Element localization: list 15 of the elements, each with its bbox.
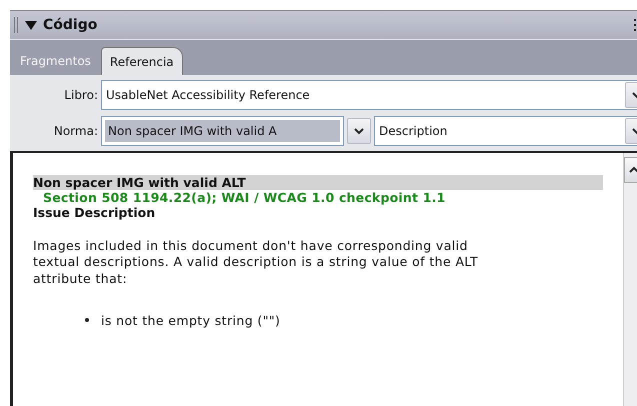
tab[interactable]: Referencia [100, 47, 183, 75]
description-paragraph: Images included in this document don't have corresponding valid textual descriptions. A valid description is a string value of the ALT attribute that: [33, 238, 480, 287]
bullet-text: is not the empty string ("") [101, 312, 280, 328]
panel-title: Código [43, 17, 98, 33]
reference-text: Section 508 1194.22(a); WAI / WCAG 1.0 checkpoint 1.1 [42, 190, 446, 205]
expand-triangle-icon[interactable] [25, 20, 37, 30]
section-heading: Issue Description [33, 205, 156, 220]
book-dropdown[interactable]: UsableNet Accessibility Reference [101, 80, 637, 110]
field-label: Norma: [52, 124, 98, 138]
section-dropdown[interactable]: Description [374, 116, 637, 146]
grip-icon[interactable] [14, 17, 19, 33]
bullet-icon [85, 318, 89, 322]
issue-title: Non spacer IMG with valid ALT [33, 175, 603, 190]
field-label: Libro: [63, 88, 98, 102]
rule-dropdown[interactable]: Non spacer IMG with valid A [101, 116, 344, 146]
